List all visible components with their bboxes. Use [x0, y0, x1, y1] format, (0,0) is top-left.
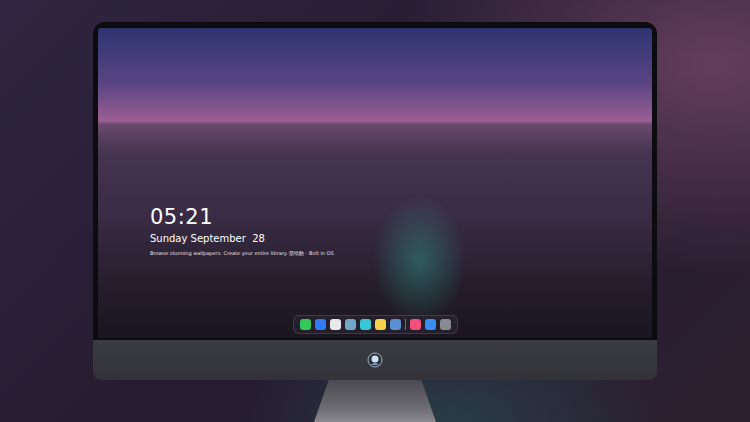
wallpaper-caption: Browse stunning wallpapers. Create your …: [150, 250, 652, 256]
app-icon[interactable]: [375, 319, 386, 330]
clock-date: Sunday September 28: [150, 233, 652, 244]
dock-divider: [405, 319, 406, 330]
monitor-bezel: 05:21 Sunday September 28 Browse stunning …: [93, 22, 657, 340]
app-icon[interactable]: [330, 319, 341, 330]
app-icon[interactable]: [360, 319, 371, 330]
wallpaper-screen: 05:21 Sunday September 28 Browse stunning …: [98, 28, 652, 338]
dock: [293, 315, 458, 334]
monitor: 05:21 Sunday September 28 Browse stunning …: [93, 22, 657, 380]
app-icon[interactable]: [315, 319, 326, 330]
brand-logo-icon: [367, 352, 383, 368]
app-icon[interactable]: [390, 319, 401, 330]
mockup-page: 05:21 Sunday September 28 Browse stunning …: [0, 0, 750, 422]
monitor-stand: [314, 380, 436, 422]
clock-time: 05:21: [150, 205, 652, 229]
app-icon[interactable]: [440, 319, 451, 330]
app-icon[interactable]: [410, 319, 421, 330]
app-icon[interactable]: [425, 319, 436, 330]
lock-info: 05:21 Sunday September 28 Browse stunning …: [98, 205, 652, 256]
app-icon[interactable]: [345, 319, 356, 330]
app-icon[interactable]: [300, 319, 311, 330]
monitor-chin: [93, 340, 657, 380]
